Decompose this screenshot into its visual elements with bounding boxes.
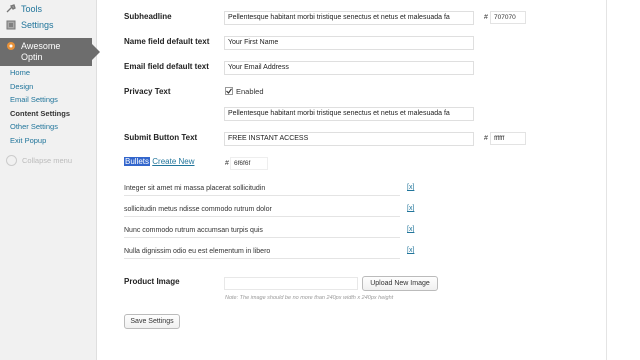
upload-new-image-button[interactable]: Upload New Image bbox=[362, 276, 438, 291]
subheadline-color-hash: # bbox=[484, 14, 488, 21]
product-image-note: Note: The image should be no more than 2… bbox=[225, 295, 394, 301]
tools-icon bbox=[6, 4, 16, 14]
bullets-color-input[interactable]: 6f6f6f bbox=[230, 157, 268, 170]
bullet-input[interactable]: Nulla dignissim odio eu est elementum in… bbox=[124, 245, 400, 259]
submit-button-text-label: Submit Button Text bbox=[124, 133, 198, 142]
plugin-icon bbox=[6, 41, 16, 51]
check-icon bbox=[226, 88, 232, 94]
subheadline-input[interactable]: Pellentesque habitant morbi tristique se… bbox=[224, 11, 474, 25]
remove-bullet-link[interactable]: [x] bbox=[407, 205, 414, 212]
remove-bullet-link[interactable]: [x] bbox=[407, 184, 414, 191]
bullets-label[interactable]: Bullets bbox=[124, 157, 151, 166]
name-field-label: Name field default text bbox=[124, 37, 210, 46]
menu-item-settings[interactable]: Settings bbox=[0, 16, 54, 34]
create-new-bullet-link[interactable]: Create New bbox=[152, 157, 194, 166]
bullets-color-hash: # bbox=[225, 160, 229, 167]
submenu-item-exit-popup[interactable]: Exit Popup bbox=[10, 136, 70, 150]
email-field-input[interactable]: Your Email Address bbox=[224, 61, 474, 75]
remove-bullet-link[interactable]: [x] bbox=[407, 247, 414, 254]
privacy-enabled-checkbox[interactable] bbox=[225, 87, 233, 95]
submenu-item-email-settings[interactable]: Email Settings bbox=[10, 95, 70, 109]
submenu: Home Design Email Settings Content Setti… bbox=[10, 68, 70, 149]
remove-bullet-link[interactable]: [x] bbox=[407, 226, 414, 233]
privacy-text-input[interactable]: Pellentesque habitant morbi tristique se… bbox=[224, 107, 474, 121]
name-field-input[interactable]: Your First Name bbox=[224, 36, 474, 50]
collapse-icon bbox=[6, 155, 17, 166]
panel-right-border bbox=[606, 0, 607, 360]
subheadline-label: Subheadline bbox=[124, 12, 172, 21]
submenu-item-home[interactable]: Home bbox=[10, 68, 70, 82]
admin-sidebar: Tools Settings Awesome Optin Home Design… bbox=[0, 0, 100, 360]
menu-item-awesome-optin[interactable]: Awesome Optin bbox=[0, 38, 100, 66]
product-image-label: Product Image bbox=[124, 277, 180, 286]
menu-label-tools: Tools bbox=[21, 4, 43, 14]
submit-color-input[interactable]: ffffff bbox=[490, 132, 526, 145]
product-image-path-input[interactable] bbox=[224, 277, 358, 290]
bullet-input[interactable]: Nunc commodo rutrum accumsan turpis quis bbox=[124, 224, 400, 238]
submenu-item-design[interactable]: Design bbox=[10, 82, 70, 96]
subheadline-color-input[interactable]: 707070 bbox=[490, 11, 526, 24]
submit-color-hash: # bbox=[484, 135, 488, 142]
bullets-header: Bullets Create New bbox=[124, 157, 195, 166]
submit-button-text-input[interactable]: FREE INSTANT ACCESS bbox=[224, 132, 474, 146]
privacy-text-label: Privacy Text bbox=[124, 87, 171, 96]
privacy-enabled-label: Enabled bbox=[236, 87, 264, 96]
submenu-item-other-settings[interactable]: Other Settings bbox=[10, 122, 70, 136]
submenu-item-content-settings[interactable]: Content Settings bbox=[10, 109, 70, 123]
content-settings-panel: Subheadline Pellentesque habitant morbi … bbox=[96, 0, 640, 360]
menu-label-settings: Settings bbox=[21, 20, 54, 30]
bullet-input[interactable]: sollicitudin metus ndisse commodo rutrum… bbox=[124, 203, 400, 217]
collapse-label: Collapse menu bbox=[22, 156, 73, 165]
collapse-menu[interactable]: Collapse menu bbox=[6, 155, 72, 166]
save-settings-button[interactable]: Save Settings bbox=[124, 314, 180, 329]
settings-icon bbox=[6, 20, 16, 30]
email-field-label: Email field default text bbox=[124, 62, 209, 71]
menu-label-awesome-optin: Awesome Optin bbox=[21, 41, 61, 62]
bullet-input[interactable]: Integer sit amet mi massa placerat solli… bbox=[124, 182, 400, 196]
